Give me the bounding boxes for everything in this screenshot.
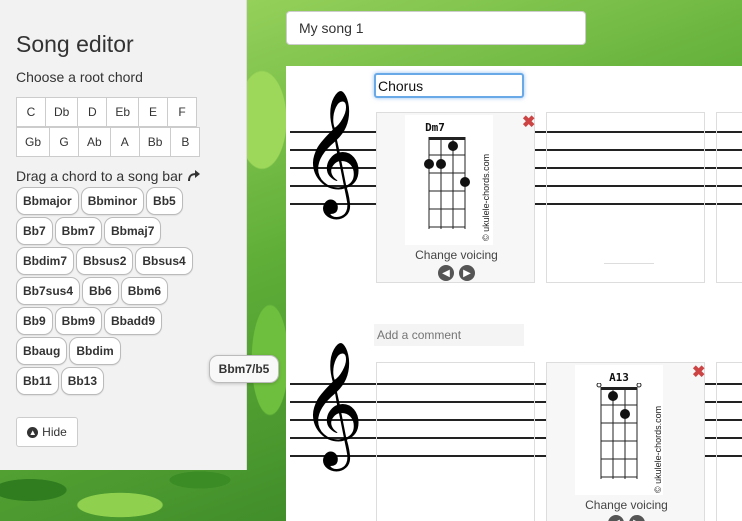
chord-pill[interactable]: Bbminor: [80, 187, 145, 215]
root-chord-button[interactable]: Bb: [138, 127, 172, 157]
chord-pill[interactable]: Bbsus2: [76, 247, 134, 275]
chord-pill[interactable]: Bb11: [16, 367, 59, 395]
chord-name: Dm7: [425, 121, 445, 134]
right-curved-arrow-icon: [187, 170, 200, 182]
chord-row: Bb9 Bbm9 Bbadd9: [16, 307, 234, 337]
song-bar-4[interactable]: [376, 362, 535, 521]
song-bar-2[interactable]: [546, 112, 705, 283]
change-voicing-label: Change voicing: [585, 498, 668, 512]
root-chord-button[interactable]: Eb: [106, 97, 140, 127]
chord-row: Bbdim7 Bbsus2 Bbsus4: [16, 247, 234, 277]
song-editor-panel: Song editor Choose a root chord C Db D Eb E F…: [0, 0, 247, 470]
root-chord-button[interactable]: A: [109, 127, 140, 157]
close-x-icon[interactable]: ✖: [692, 365, 705, 381]
chord-row: Bb11 Bb13: [16, 367, 234, 397]
drag-instruction: Drag a chord to a song bar: [16, 168, 201, 184]
root-chord-row: Gb G Ab A Bb B: [16, 127, 216, 157]
chord-pill[interactable]: Bbaug: [16, 337, 68, 365]
chord-row: Bb7 Bbm7 Bbmaj7: [16, 217, 234, 247]
fretboard: [424, 137, 470, 229]
chord-pill[interactable]: Bb13: [60, 367, 105, 395]
root-chord-row: C Db D Eb E F: [16, 97, 216, 127]
hide-button[interactable]: ▲ Hide: [16, 417, 78, 447]
chord-pill[interactable]: Bbm7: [54, 217, 103, 245]
chord-pill[interactable]: Bb6: [82, 277, 119, 305]
chord-pill[interactable]: Bbdim7: [16, 247, 75, 275]
chord-diagram-a13: A13 © ukulele-chords.com: [575, 365, 663, 495]
chord-pill[interactable]: Bb5: [146, 187, 183, 215]
close-x-icon[interactable]: ✖: [522, 115, 535, 131]
chord-credit: © ukulele-chords.com: [481, 153, 491, 241]
comment-input[interactable]: [374, 324, 524, 346]
root-chord-label: Choose a root chord: [16, 69, 143, 85]
chord-pill[interactable]: Bbdim: [69, 337, 121, 365]
chord-pill[interactable]: Bb7: [16, 217, 53, 245]
editor-title: Song editor: [16, 31, 134, 57]
section-name-input[interactable]: [374, 73, 524, 98]
arrow-right-circle-icon[interactable]: ▶: [459, 265, 475, 281]
arrow-left-circle-icon[interactable]: ◀: [438, 265, 454, 281]
treble-clef-icon: 𝄞: [300, 341, 364, 466]
root-chord-button[interactable]: B: [170, 127, 201, 157]
fretboard: [596, 383, 642, 479]
root-chord-grid: C Db D Eb E F Gb G Ab A Bb B: [16, 97, 216, 157]
song-bar-1[interactable]: Dm7 © ukulele-chords.com ✖ Change voicin…: [376, 112, 535, 283]
chord-row: Bbmajor Bbminor Bb5: [16, 187, 234, 217]
song-bar-3[interactable]: [716, 112, 742, 283]
chord-list: Bbmajor Bbminor Bb5 Bb7 Bbm7 Bbmaj7 Bbdim7 Bbsu…: [16, 187, 234, 397]
root-chord-button[interactable]: F: [167, 97, 198, 127]
chord-row: Bbaug Bbdim: [16, 337, 234, 367]
chord-pill[interactable]: Bbm6: [120, 277, 169, 305]
chord-pill[interactable]: Bbsus4: [135, 247, 193, 275]
root-chord-button[interactable]: Db: [45, 97, 79, 127]
dragging-chord[interactable]: Bbm7/b5: [209, 355, 279, 383]
root-chord-button[interactable]: C: [16, 97, 46, 127]
chord-pill[interactable]: Bb9: [16, 307, 53, 335]
song-bar-6[interactable]: [716, 362, 742, 521]
drag-instruction-text: Drag a chord to a song bar: [16, 168, 183, 184]
root-chord-button[interactable]: Gb: [16, 127, 51, 157]
chord-pill[interactable]: Bbadd9: [104, 307, 163, 335]
root-chord-button[interactable]: G: [49, 127, 80, 157]
arrow-right-circle-icon[interactable]: ▶: [629, 515, 645, 521]
chord-pill[interactable]: Bbmajor: [16, 187, 79, 215]
change-voicing-label: Change voicing: [415, 248, 498, 262]
chord-diagram-dm7: Dm7 © ukulele-chords.com: [405, 115, 493, 245]
arrow-left-circle-icon[interactable]: ◀: [608, 515, 624, 521]
root-chord-button[interactable]: E: [138, 97, 169, 127]
song-bar-5[interactable]: A13 © ukulele-chords.com ✖ Change voicin…: [546, 362, 705, 521]
root-chord-button[interactable]: D: [77, 97, 108, 127]
chord-pill[interactable]: Bbmaj7: [104, 217, 162, 245]
arrow-up-circle-icon: ▲: [27, 426, 39, 438]
hide-button-label: Hide: [42, 425, 67, 439]
chord-pill[interactable]: Bbm9: [54, 307, 103, 335]
treble-clef-icon: 𝄞: [300, 89, 364, 214]
chord-row: Bb7sus4 Bb6 Bbm6: [16, 277, 234, 307]
chord-credit: © ukulele-chords.com: [653, 405, 663, 493]
root-chord-button[interactable]: Ab: [78, 127, 111, 157]
chord-pill[interactable]: Bb7sus4: [16, 277, 81, 305]
song-title-input[interactable]: [286, 11, 586, 45]
